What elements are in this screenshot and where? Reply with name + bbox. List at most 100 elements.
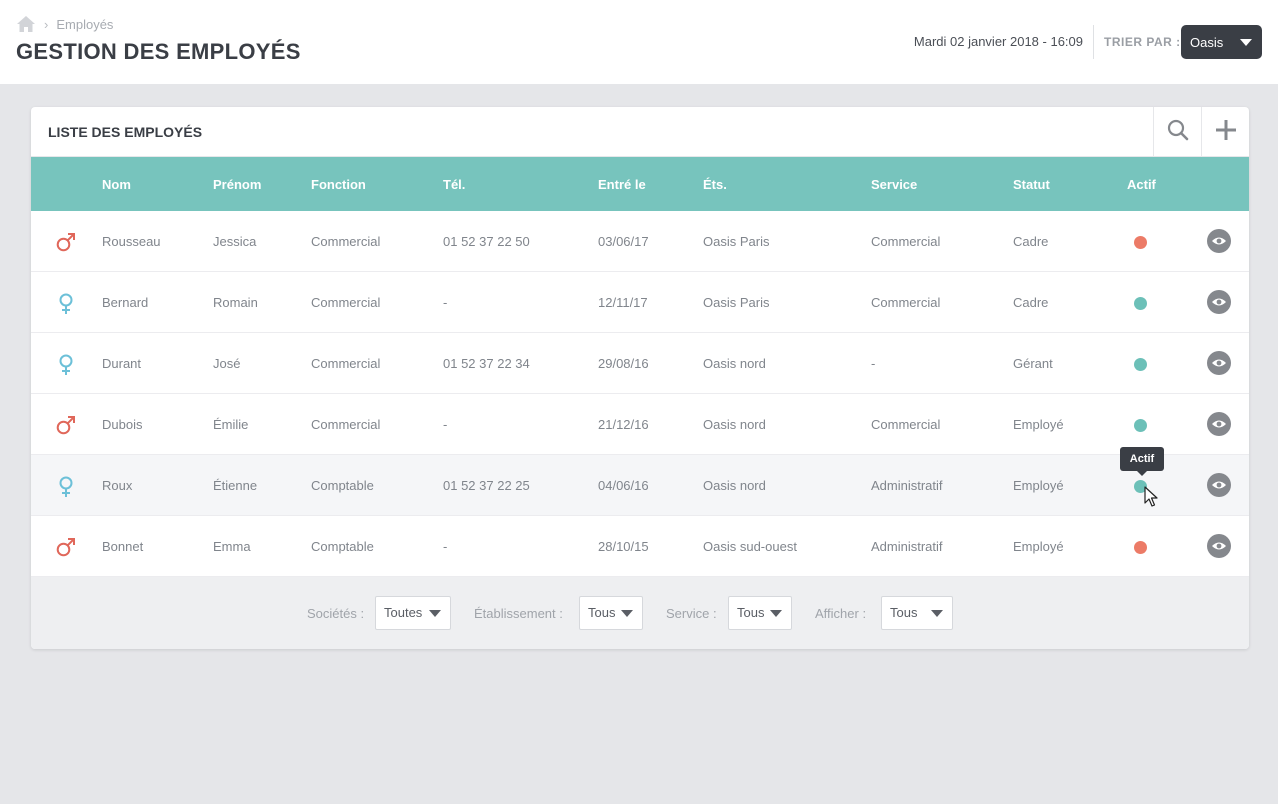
cell-prenom: Jessica [213, 234, 257, 249]
eye-icon[interactable] [1207, 473, 1231, 497]
cell-fonction: Commercial [311, 356, 381, 371]
cell-prenom: José [213, 356, 241, 371]
female-symbol-icon [55, 475, 77, 504]
cell-service: Administratif [871, 478, 943, 493]
cell-prenom: Romain [213, 295, 258, 310]
cell-entre: 28/10/15 [598, 539, 649, 554]
search-button[interactable] [1153, 107, 1201, 157]
cell-service: Commercial [871, 295, 941, 310]
table-row[interactable]: Dubois Émilie Commercial - 21/12/16 Oasis nor… [31, 394, 1249, 455]
column-header-nom[interactable]: Nom [102, 177, 131, 192]
column-header-prenom[interactable]: Prénom [213, 177, 261, 192]
cell-service: Administratif [871, 539, 943, 554]
cell-entre: 04/06/16 [598, 478, 649, 493]
cell-tel: 01 52 37 22 50 [443, 234, 530, 249]
cell-ets: Oasis nord [703, 478, 766, 493]
table-row[interactable]: Bernard Romain Commercial - 12/11/17 Oasis Pa… [31, 272, 1249, 333]
caret-down-icon [621, 610, 633, 617]
table-row[interactable]: Roux Étienne Comptable 01 52 37 22 25 04/06/… [31, 455, 1249, 516]
status-inactive-dot[interactable] [1134, 236, 1147, 249]
home-icon[interactable] [16, 15, 36, 33]
filter-select-value: Tous [588, 605, 616, 620]
cell-nom: Roux [102, 478, 133, 493]
eye-icon[interactable] [1207, 412, 1231, 436]
panel-title: LISTE DES EMPLOYÉS [48, 124, 203, 140]
column-header-entre-le[interactable]: Entré le [598, 177, 646, 192]
search-icon [1167, 119, 1189, 146]
breadcrumb: › Employés [16, 15, 113, 33]
caret-down-icon [770, 610, 782, 617]
cell-ets: Oasis sud-ouest [703, 539, 797, 554]
cell-service: Commercial [871, 234, 941, 249]
mouse-cursor-icon [1144, 486, 1158, 513]
status-active-dot[interactable] [1134, 419, 1147, 432]
filter-select-societes[interactable]: Toutes [375, 596, 451, 630]
cell-ets: Oasis nord [703, 356, 766, 371]
eye-icon[interactable] [1207, 534, 1231, 558]
column-header-service[interactable]: Service [871, 177, 917, 192]
sort-select[interactable]: Oasis [1181, 25, 1262, 59]
caret-down-icon [931, 610, 943, 617]
panel-header: LISTE DES EMPLOYÉS [31, 107, 1249, 157]
male-symbol-icon [55, 414, 77, 441]
table-row[interactable]: Rousseau Jessica Commercial 01 52 37 22 50 0… [31, 211, 1249, 272]
table-header: Nom Prénom Fonction Tél. Entré le Éts. S… [31, 157, 1249, 211]
filter-label-etablissement: Établissement : [474, 606, 563, 621]
caret-down-icon [429, 610, 441, 617]
plus-icon [1215, 119, 1237, 146]
breadcrumb-item-employes[interactable]: Employés [56, 17, 113, 32]
cell-statut: Cadre [1013, 295, 1049, 310]
status-active-dot[interactable] [1134, 297, 1147, 310]
cell-tel: 01 52 37 22 25 [443, 478, 530, 493]
column-header-actif[interactable]: Actif [1127, 177, 1156, 192]
cell-ets: Oasis Paris [703, 234, 770, 249]
cell-tel: - [443, 417, 448, 432]
filter-select-value: Tous [737, 605, 765, 620]
eye-icon[interactable] [1207, 290, 1231, 314]
table-row[interactable]: Durant José Commercial 01 52 37 22 34 29/08/… [31, 333, 1249, 394]
cell-entre: 12/11/17 [598, 295, 648, 310]
cell-statut: Cadre [1013, 234, 1049, 249]
sort-select-value: Oasis [1190, 34, 1224, 50]
eye-icon[interactable] [1207, 229, 1231, 253]
current-datetime: Mardi 02 janvier 2018 - 16:09 [913, 34, 1083, 49]
filter-label-afficher: Afficher : [815, 606, 867, 621]
cell-statut: Employé [1013, 539, 1064, 554]
column-header-tel[interactable]: Tél. [443, 177, 465, 192]
eye-icon[interactable] [1207, 351, 1231, 375]
cell-statut: Gérant [1013, 356, 1053, 371]
cell-statut: Employé [1013, 478, 1064, 493]
filter-select-service[interactable]: Tous [728, 596, 792, 630]
cell-nom: Bonnet [102, 539, 144, 554]
status-inactive-dot[interactable] [1134, 541, 1147, 554]
cell-nom: Dubois [102, 417, 143, 432]
filter-label-service: Service : [666, 606, 717, 621]
cell-fonction: Commercial [311, 417, 381, 432]
column-header-ets[interactable]: Éts. [703, 177, 727, 192]
filter-select-value: Toutes [384, 605, 423, 620]
filter-select-value: Tous [890, 605, 918, 620]
cell-entre: 21/12/16 [598, 417, 649, 432]
status-active-dot[interactable] [1134, 358, 1147, 371]
cell-prenom: Emma [213, 539, 251, 554]
cell-service: Commercial [871, 417, 941, 432]
cell-nom: Durant [102, 356, 142, 371]
filter-select-afficher[interactable]: Tous [881, 596, 953, 630]
cell-fonction: Comptable [311, 539, 374, 554]
header-divider [1093, 25, 1094, 59]
column-header-statut[interactable]: Statut [1013, 177, 1050, 192]
column-header-fonction[interactable]: Fonction [311, 177, 366, 192]
filter-label-societes: Sociétés : [307, 606, 365, 621]
cell-prenom: Émilie [213, 417, 249, 432]
table-row[interactable]: Bonnet Emma Comptable - 28/10/15 Oasis sud-ou… [31, 516, 1249, 577]
cell-nom: Rousseau [102, 234, 161, 249]
add-employee-button[interactable] [1201, 107, 1249, 157]
cell-entre: 29/08/16 [598, 356, 649, 371]
top-bar: › Employés GESTION DES EMPLOYÉS Mardi 02… [0, 0, 1278, 84]
cell-fonction: Commercial [311, 295, 381, 310]
sort-label: TRIER PAR : [1104, 35, 1181, 49]
employee-list-panel: LISTE DES EMPLOYÉS Nom Prénom Fonction T… [31, 107, 1249, 649]
filter-select-etablissement[interactable]: Tous [579, 596, 643, 630]
female-symbol-icon [55, 292, 77, 321]
cell-tel: - [443, 295, 448, 310]
